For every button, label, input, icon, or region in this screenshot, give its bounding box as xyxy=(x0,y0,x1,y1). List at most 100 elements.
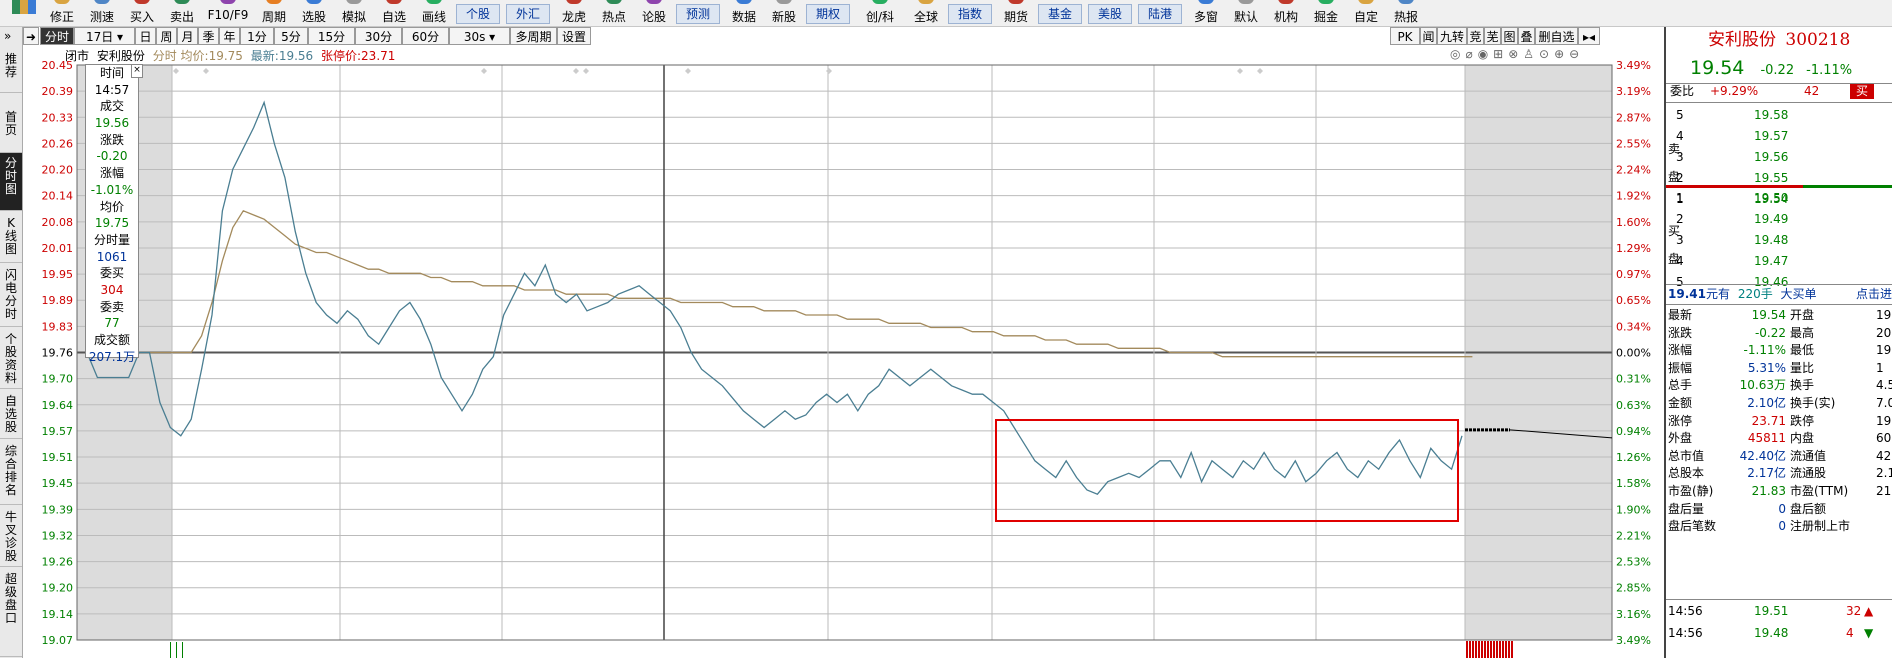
stat-cell: 总手 xyxy=(1668,378,1693,393)
y-pct-label: 0.63% xyxy=(1616,399,1651,412)
volume-bar xyxy=(1478,641,1480,658)
event-marker-icon xyxy=(573,68,579,74)
y-price-label: 19.95 xyxy=(42,268,74,281)
y-price-label: 19.45 xyxy=(42,477,74,490)
tooltip-row: 委买 xyxy=(99,266,124,281)
y-pct-label: 0.00% xyxy=(1616,347,1651,360)
bid-price: 19.48 xyxy=(1754,233,1789,247)
bid-level: 1 xyxy=(1676,191,1684,205)
y-price-label: 19.83 xyxy=(42,320,74,333)
y-pct-label: 2.21% xyxy=(1616,529,1651,542)
volume-bar xyxy=(1487,641,1489,658)
tooltip-row: 304 xyxy=(100,282,124,297)
y-price-label: 19.14 xyxy=(42,608,74,621)
divider xyxy=(1666,102,1892,103)
stat-cell: 19.54 xyxy=(1751,308,1786,322)
stat-cell: 23.71 xyxy=(1751,413,1786,428)
volume-bar xyxy=(170,642,171,658)
weibi-label: 委比 xyxy=(1670,84,1695,98)
event-marker-icon xyxy=(203,68,209,74)
quote-stock-code: 300218 xyxy=(1785,30,1851,50)
stat-cell: 总市值 xyxy=(1668,448,1705,463)
y-price-label: 20.45 xyxy=(42,59,74,72)
y-price-label: 20.14 xyxy=(42,190,74,203)
bigorder-label: 大买单 xyxy=(1780,287,1817,301)
ask-price: 19.57 xyxy=(1754,129,1789,143)
volume-bar xyxy=(1472,641,1474,658)
y-pct-label: 3.19% xyxy=(1616,85,1651,98)
stat-cell: 5.31% xyxy=(1747,360,1786,375)
price-line xyxy=(86,100,1463,495)
quote-change-pct: -1.11% xyxy=(1806,63,1853,78)
quote-stock-name: 安利股份 xyxy=(1708,30,1776,50)
tooltip-row: 成交额 xyxy=(93,333,130,347)
stat-cell: 21 xyxy=(1876,484,1892,498)
stat-cell: 涨跌 xyxy=(1668,325,1693,340)
intraday-chart: 20.45 3.49% 20.39 3.19% 20.33 2.87% 20.26 2.55%… xyxy=(42,59,1651,658)
tooltip-row: 成交 xyxy=(99,99,124,114)
y-price-label: 19.51 xyxy=(42,451,74,464)
stat-cell: 0 xyxy=(1778,519,1786,534)
stat-cell: 19 xyxy=(1876,343,1892,358)
y-price-label: 19.32 xyxy=(42,529,74,542)
bigorder-link[interactable]: 点击进 xyxy=(1856,286,1892,303)
bid-price: 19.47 xyxy=(1754,254,1789,268)
volume-bar xyxy=(176,642,177,658)
y-pct-label: 0.31% xyxy=(1616,373,1651,386)
bid-price: 19.50 xyxy=(1754,191,1789,205)
stat-cell: 20 xyxy=(1876,325,1892,340)
tooltip-row: 委卖 xyxy=(99,299,124,314)
highlight-box xyxy=(995,419,1459,522)
stat-cell: 42.40亿 xyxy=(1739,448,1786,463)
event-marker-icon xyxy=(583,68,589,74)
y-price-label: 20.08 xyxy=(42,216,74,229)
bigorder-volume: 220手 xyxy=(1737,287,1773,301)
weibi-value: +9.29% xyxy=(1710,84,1759,98)
tooltip-row: 19.56 xyxy=(94,116,130,131)
y-price-label: 19.07 xyxy=(42,634,74,647)
volume-bar xyxy=(1466,641,1468,658)
tooltip-row: 207.1万 xyxy=(88,349,136,364)
y-price-label: 19.26 xyxy=(42,556,74,569)
tooltip-close-icon[interactable]: × xyxy=(131,64,143,78)
y-pct-label: 0.34% xyxy=(1616,320,1651,333)
y-pct-label: 2.53% xyxy=(1616,556,1651,569)
stat-cell: 开盘 xyxy=(1790,308,1815,322)
stat-cell: 盘后额 xyxy=(1790,501,1827,516)
divider xyxy=(1666,304,1892,305)
stat-cell: 振幅 xyxy=(1668,360,1693,375)
stat-cell: 换手(实) xyxy=(1790,396,1836,410)
buy-side-label: 买盘 xyxy=(1668,224,1681,266)
stat-cell: 市盈(TTM) xyxy=(1790,484,1849,498)
y-price-label: 20.33 xyxy=(42,111,74,124)
stat-cell: 19 xyxy=(1876,413,1892,428)
y-price-label: 20.39 xyxy=(42,85,74,98)
quote-price: 19.54 xyxy=(1690,57,1745,79)
stat-cell: 42.2 xyxy=(1876,448,1892,463)
tooltip-row: 分时量 xyxy=(93,232,130,247)
volume-bar xyxy=(1511,641,1513,658)
volume-bar xyxy=(1508,641,1510,658)
stat-cell: 最高 xyxy=(1790,325,1815,340)
volume-bar xyxy=(1493,641,1495,658)
volume-bar xyxy=(1505,641,1507,658)
volume-bar xyxy=(1490,641,1492,658)
event-marker-icon xyxy=(826,68,832,74)
bigorder-price: 19.41 xyxy=(1668,287,1706,301)
tooltip-row: -0.20 xyxy=(96,149,128,164)
y-pct-label: 1.90% xyxy=(1616,503,1651,516)
tooltip-row: 涨幅 xyxy=(99,166,124,181)
stat-cell: 外盘 xyxy=(1668,431,1693,446)
tick-cell: 32 xyxy=(1846,604,1862,618)
y-pct-label: 1.92% xyxy=(1616,190,1651,203)
y-pct-label: 0.65% xyxy=(1616,294,1651,307)
tick-cell: 19.51 xyxy=(1754,604,1789,618)
stat-cell: 2.1 xyxy=(1876,466,1892,481)
stat-cell: 2.17亿 xyxy=(1747,466,1786,481)
stat-cell: 4.5 xyxy=(1876,378,1892,393)
event-marker-icon xyxy=(481,68,487,74)
stat-cell: 盘后量 xyxy=(1668,501,1705,516)
y-price-label: 19.57 xyxy=(42,425,74,438)
weibi-num: 42 xyxy=(1804,84,1820,98)
y-price-label: 19.39 xyxy=(42,503,74,516)
